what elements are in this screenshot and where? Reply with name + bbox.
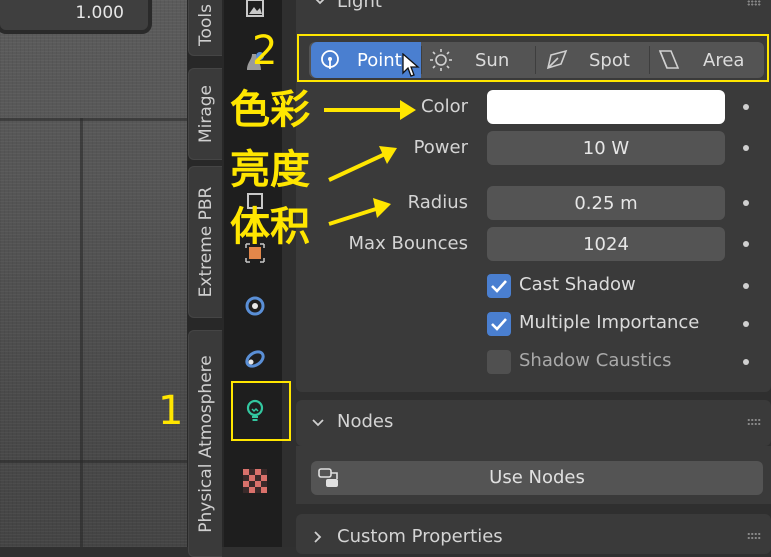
custom-properties-header[interactable]: Custom Properties [296,514,771,554]
tab-extreme-pbr-label: Extreme PBR [195,186,216,298]
physics-icon[interactable] [236,287,274,325]
radius-field[interactable]: 0.25 m [487,186,725,220]
cast-shadow-label: Cast Shadow [519,274,636,295]
tab-tools-label: Tools [195,4,216,46]
annotation-box-light-tab [231,381,291,441]
viewport-texture-seam [0,460,187,463]
shadow-caustics-label: Shadow Caustics [519,350,672,371]
custom-properties-title: Custom Properties [337,526,503,547]
keyframe-dot-icon[interactable] [743,241,749,247]
tab-mirage-label: Mirage [195,84,216,144]
viewport-texture-seam [80,118,83,547]
checkmark-icon [491,280,507,293]
drag-grip-icon[interactable] [747,532,761,540]
keyframe-dot-icon[interactable] [743,283,749,289]
annotation-color-cn: 色彩 [230,87,310,133]
cast-shadow-checkbox[interactable] [487,274,511,298]
max-bounces-field[interactable]: 1024 [487,227,725,261]
shadow-caustics-checkbox[interactable] [487,350,511,374]
annotation-radius-cn: 体积 [230,204,310,250]
tab-physical-atmosphere-label: Physical Atmosphere [195,354,216,533]
tab-extreme-pbr[interactable]: Extreme PBR [188,166,222,318]
keyframe-dot-icon[interactable] [743,104,749,110]
nodes-panel-header[interactable]: Nodes [296,400,771,446]
max-bounces-label: Max Bounces [348,233,468,254]
annotation-number-2: 2 [252,28,278,74]
annotation-arrow-power [328,146,397,182]
viewport-value-field[interactable]: 1.000 [0,0,148,30]
multiple-importance-label: Multiple Importance [519,312,700,333]
annotation-power-cn: 亮度 [230,147,310,193]
multiple-importance-checkbox[interactable] [487,312,511,336]
collapse-chevron-icon [312,419,324,427]
tab-tools[interactable]: Tools [188,0,222,56]
3d-viewport[interactable]: 1.000 [0,0,187,547]
viewport-texture-seam [0,118,187,121]
constraints-icon[interactable] [236,340,274,378]
use-nodes-button[interactable]: Use Nodes [311,461,763,495]
power-field[interactable]: 10 W [487,131,725,165]
use-nodes-label: Use Nodes [489,467,585,488]
drag-grip-icon[interactable] [747,0,761,6]
tab-physical-atmosphere[interactable]: Physical Atmosphere [188,330,222,557]
color-swatch[interactable] [487,90,725,124]
nodes-panel-title: Nodes [337,411,394,432]
checkmark-icon [491,318,507,331]
drag-grip-icon[interactable] [747,418,761,426]
annotation-arrow-color [324,100,416,120]
annotation-box-light-types [297,34,769,82]
viewport-value-text: 1.000 [75,3,124,23]
light-section-title: Light [337,0,382,12]
keyframe-dot-icon[interactable] [743,359,749,365]
keyframe-dot-icon[interactable] [743,145,749,151]
expand-chevron-icon [314,531,322,543]
collapse-chevron-icon[interactable] [312,0,328,13]
texture-checker-icon[interactable] [236,462,274,500]
render-image-icon[interactable] [236,0,274,28]
keyframe-dot-icon[interactable] [743,321,749,327]
tab-mirage[interactable]: Mirage [188,68,222,160]
annotation-arrow-radius [328,198,391,226]
keyframe-dot-icon[interactable] [743,200,749,206]
annotation-number-1: 1 [158,388,184,434]
